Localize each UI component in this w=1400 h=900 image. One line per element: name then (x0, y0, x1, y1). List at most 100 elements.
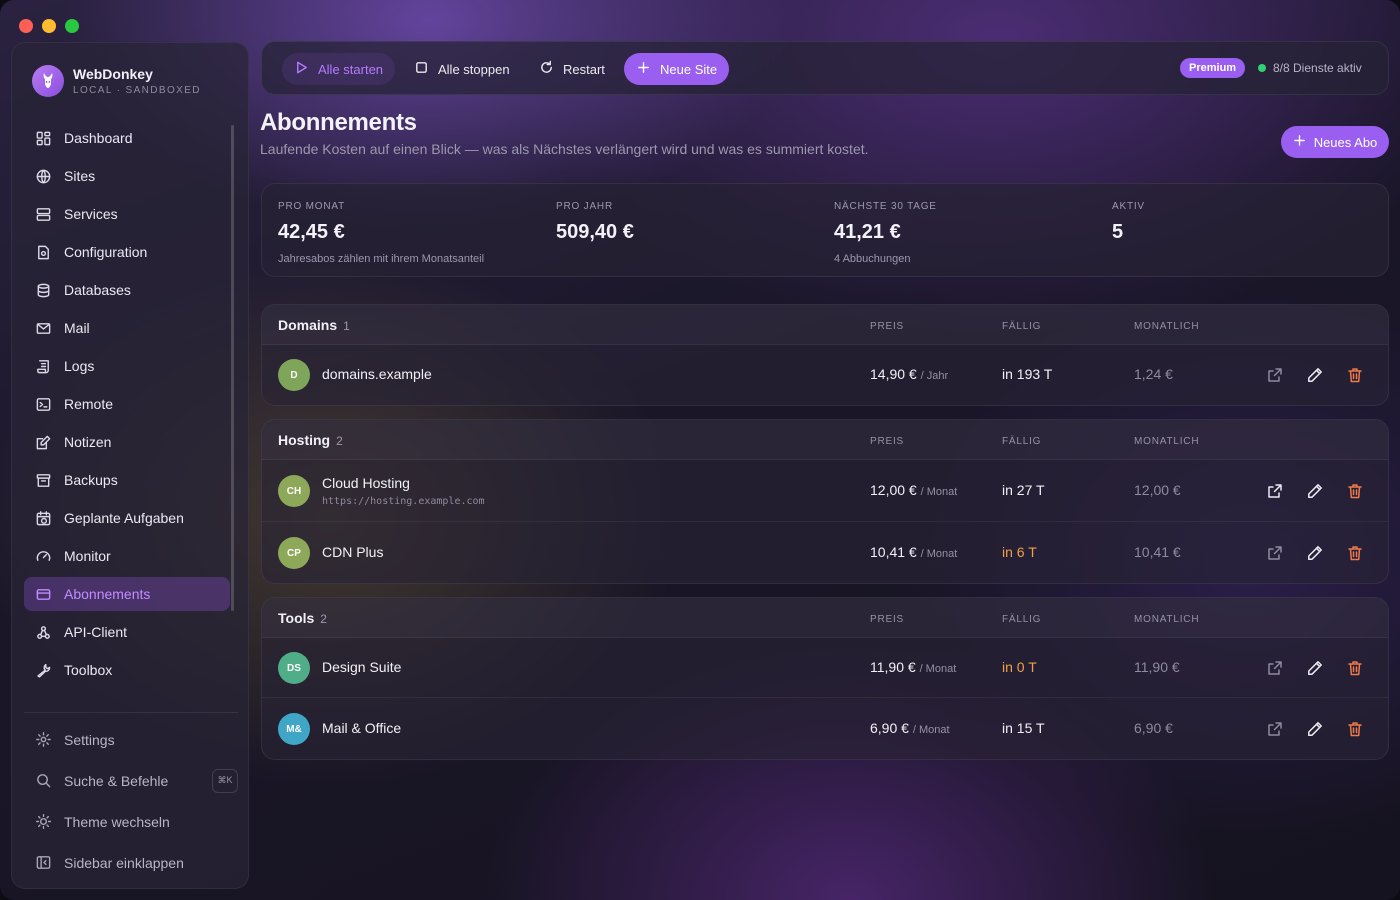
stat-value: 5 (1112, 221, 1124, 243)
stat-label: NÄCHSTE 30 TAGE (834, 201, 937, 212)
status-dot-icon (1258, 64, 1266, 72)
sidebar-item-services[interactable]: Services (24, 197, 230, 231)
gear-icon (35, 731, 52, 748)
top-toolbar: Alle starten Alle stoppen Restart Neue S… (261, 41, 1389, 95)
new-site-label: Neue Site (660, 61, 718, 77)
start-all-label: Alle starten (318, 61, 384, 77)
delete-trash-icon[interactable] (1346, 659, 1364, 677)
sidebar-item-label: Backups (64, 472, 118, 488)
price-amount: 6,90 € (870, 720, 909, 736)
sidebar-item-toolbox[interactable]: Toolbox (24, 653, 230, 687)
subscription-row[interactable]: Ddomains.example 14,90 € / Jahr in 193 T 1,… (262, 345, 1388, 405)
stop-all-button[interactable]: Alle stoppen (402, 53, 522, 85)
restart-button[interactable]: Restart (527, 53, 617, 85)
credit-card-icon (35, 586, 52, 603)
gauge-icon (35, 548, 52, 565)
edit-pencil-icon[interactable] (1306, 544, 1324, 562)
sidebar-item-label: Services (64, 206, 118, 222)
mail-icon (35, 320, 52, 337)
external-link-icon[interactable] (1266, 659, 1284, 677)
sidebar-item-abonnements[interactable]: Abonnements (24, 577, 230, 611)
stat-aktiv: AKTIV 5 (1112, 201, 1145, 244)
subscription-monthly: 10,41 € (1134, 544, 1181, 560)
sidebar-footer-sidebar-einklappen[interactable]: Sidebar einklappen (24, 844, 230, 881)
sidebar-footer-settings[interactable]: Settings (24, 721, 230, 758)
sidebar-item-notizen[interactable]: Notizen (24, 425, 230, 459)
price-unit: / Monat (920, 486, 958, 498)
scroll-icon (35, 358, 52, 375)
restart-label: Restart (563, 61, 605, 77)
sidebar-footer-label: Settings (64, 731, 115, 748)
column-header-monthly: MONATLICH (1134, 614, 1200, 625)
sidebar-scrollbar[interactable] (231, 125, 234, 611)
minimize-window-button[interactable] (42, 19, 56, 33)
sidebar-item-label: Configuration (64, 244, 148, 260)
group-title: Tools 2 (278, 610, 327, 626)
price-unit: / Monat (920, 548, 958, 560)
external-link-icon[interactable] (1266, 482, 1284, 500)
services-status: 8/8 Dienste aktiv (1258, 61, 1362, 75)
sidebar-footer-theme-wechseln[interactable]: Theme wechseln (24, 803, 230, 840)
new-site-button[interactable]: Neue Site (624, 53, 730, 85)
subscription-due: in 193 T (1002, 366, 1053, 382)
stat-pro-monat: PRO MONAT 42,45 € Jahresabos zählen mit ih… (278, 201, 484, 265)
avatar: CH (278, 475, 310, 507)
sidebar-item-backups[interactable]: Backups (24, 463, 230, 497)
plus-icon (1293, 134, 1306, 150)
edit-pencil-icon[interactable] (1306, 659, 1324, 677)
sidebar-item-dashboard[interactable]: Dashboard (24, 121, 230, 155)
file-settings-icon (35, 244, 52, 261)
delete-trash-icon[interactable] (1346, 482, 1364, 500)
subscription-row[interactable]: DS Design Suite 11,90 € / Monat in 0 T 11,90… (262, 638, 1388, 698)
sidebar-item-mail[interactable]: Mail (24, 311, 230, 345)
external-link-icon[interactable] (1266, 720, 1284, 738)
delete-trash-icon[interactable] (1346, 720, 1364, 738)
stats-card: PRO MONAT 42,45 € Jahresabos zählen mit ih… (261, 183, 1389, 277)
stat-value: 42,45 € (278, 221, 345, 243)
sidebar-item-label: Remote (64, 396, 114, 412)
delete-trash-icon[interactable] (1346, 544, 1364, 562)
external-link-icon[interactable] (1266, 544, 1284, 562)
avatar: DS (278, 652, 310, 684)
calendar-clock-icon (35, 510, 52, 527)
sidebar-item-remote[interactable]: Remote (24, 387, 230, 421)
sidebar-item-api-client[interactable]: API-Client (24, 615, 230, 649)
group-name: Hosting (278, 432, 331, 448)
subscription-price: 6,90 € / Monat (870, 720, 950, 736)
subscription-url[interactable]: https://hosting.example.com (322, 496, 485, 507)
avatar: CP (278, 537, 310, 569)
sidebar-item-logs[interactable]: Logs (24, 349, 230, 383)
subscription-row[interactable]: CH Cloud Hosting https://hosting.example.c… (262, 460, 1388, 522)
group-name: Domains (278, 317, 338, 333)
sidebar-item-databases[interactable]: Databases (24, 273, 230, 307)
page-title: Abonnements (260, 109, 417, 136)
subscription-row[interactable]: M& Mail & Office 6,90 € / Monat in 15 T 6,90… (262, 698, 1388, 759)
external-link-icon[interactable] (1266, 366, 1284, 384)
edit-pencil-icon[interactable] (1306, 720, 1324, 738)
sidebar-item-monitor[interactable]: Monitor (24, 539, 230, 573)
edit-pencil-icon[interactable] (1306, 366, 1324, 384)
globe-icon (35, 168, 52, 185)
group-name: Tools (278, 610, 315, 626)
sidebar-footer-suche-befehle[interactable]: Suche & Befehle ⌘K (24, 762, 238, 799)
delete-trash-icon[interactable] (1346, 366, 1364, 384)
sidebar-item-configuration[interactable]: Configuration (24, 235, 230, 269)
maximize-window-button[interactable] (65, 19, 79, 33)
edit-pencil-icon[interactable] (1306, 482, 1324, 500)
stat-label: PRO JAHR (556, 201, 613, 212)
subscription-price: 10,41 € / Monat (870, 544, 957, 560)
app-window: WebDonkey LOCAL · SANDBOXED Dashboard Sit… (0, 0, 1400, 900)
stat-value: 41,21 € (834, 221, 901, 243)
start-all-button[interactable]: Alle starten (282, 53, 396, 85)
sidebar-item-sites[interactable]: Sites (24, 159, 230, 193)
sidebar-divider (24, 712, 238, 713)
subscription-row[interactable]: CP CDN Plus 10,41 € / Monat in 6 T 10,41 € (262, 522, 1388, 583)
subscription-due: in 6 T (1002, 544, 1037, 560)
sidebar-item-geplante-aufgaben[interactable]: Geplante Aufgaben (24, 501, 230, 535)
price-amount: 12,00 € (870, 482, 917, 498)
sidebar-item-label: Monitor (64, 548, 111, 564)
price-unit: / Monat (919, 663, 957, 675)
group-count: 2 (336, 434, 343, 448)
new-subscription-button[interactable]: Neues Abo (1281, 126, 1389, 158)
close-window-button[interactable] (19, 19, 33, 33)
